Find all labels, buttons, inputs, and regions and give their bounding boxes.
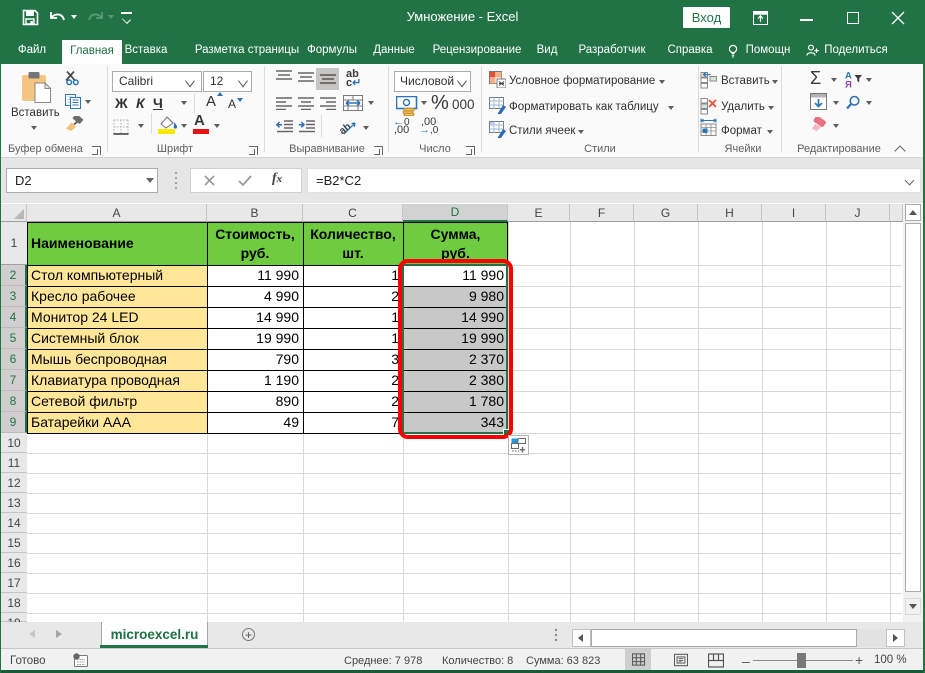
svg-text:Я: Я xyxy=(845,80,852,89)
svg-text:ab: ab xyxy=(339,121,353,136)
